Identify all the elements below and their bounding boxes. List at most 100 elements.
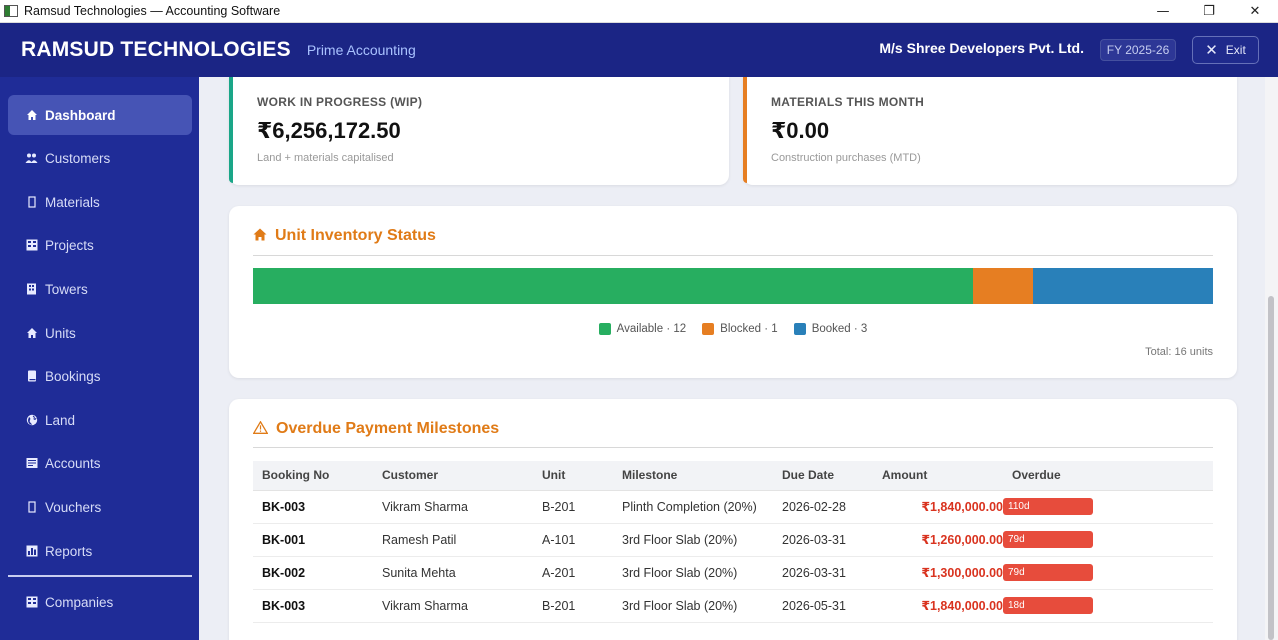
sidebar-item-materials[interactable]: Materials — [8, 182, 192, 222]
overdue-badge: 18d — [1003, 597, 1093, 614]
sidebar-item-label: Customers — [45, 150, 111, 166]
sidebar-item-label: Bookings — [45, 368, 101, 384]
home-icon — [253, 227, 267, 245]
sidebar-item-reports[interactable]: Reports — [8, 531, 192, 571]
app-icon — [4, 5, 18, 17]
sidebar: Dashboard Customers Materials Projects T… — [0, 77, 199, 640]
card-accent-bar — [743, 77, 747, 183]
sidebar-item-companies[interactable]: Companies — [8, 582, 192, 622]
overdue-title: Overdue Payment Milestones — [252, 420, 499, 438]
blocked-segment — [973, 268, 1033, 304]
users-icon — [25, 152, 38, 165]
table-row[interactable]: BK-003 Vikram Sharma B-201 Plinth Comple… — [253, 490, 1213, 524]
overdue-panel: Overdue Payment Milestones Booking No Cu… — [229, 399, 1237, 640]
warning-icon — [252, 420, 269, 438]
milestone-name: 3rd Floor Slab (20%) — [613, 589, 773, 623]
amount: ₹1,260,000.00 — [873, 523, 1003, 557]
sidebar-item-label: Companies — [45, 594, 114, 610]
col-booking-no: Booking No — [253, 461, 373, 491]
available-segment — [253, 268, 973, 304]
due-date: 2026-03-31 — [773, 523, 873, 557]
materials-card: MATERIALS THIS MONTH ₹0.00 Construction … — [743, 77, 1237, 185]
company-name: M/s Shree Developers Pvt. Ltd. — [879, 40, 1084, 56]
panel-divider — [253, 255, 1213, 256]
chart-icon — [25, 545, 38, 558]
sidebar-item-label: Accounts — [45, 455, 101, 471]
voucher-icon — [25, 501, 38, 514]
grid-icon — [25, 239, 38, 252]
sidebar-item-towers[interactable]: Towers — [8, 269, 192, 309]
booking-no: BK-002 — [253, 556, 373, 590]
unit-code: A-201 — [533, 556, 613, 590]
materials-value: ₹0.00 — [771, 118, 830, 143]
brand-subtitle: Prime Accounting — [306, 42, 416, 58]
building-icon — [25, 283, 38, 296]
booking-no: BK-001 — [253, 523, 373, 557]
main-scrollbar-thumb[interactable] — [1268, 296, 1274, 640]
grid-icon — [25, 596, 38, 609]
sidebar-item-land[interactable]: Land — [8, 400, 192, 440]
close-icon[interactable]: ✕ — [1232, 0, 1278, 23]
sidebar-item-label: Land — [45, 412, 76, 428]
customer-name: Ramesh Patil — [373, 523, 533, 557]
table-row[interactable]: BK-001 Ramesh Patil A-101 3rd Floor Slab… — [253, 523, 1213, 557]
sidebar-item-vouchers[interactable]: Vouchers — [8, 487, 192, 527]
inventory-legend: Available · 12 Blocked · 1 Booked · 3 — [229, 323, 1237, 335]
fy-badge[interactable]: FY 2025-26 — [1100, 39, 1176, 61]
col-amount: Amount — [873, 461, 1003, 491]
booking-no: BK-003 — [253, 490, 373, 524]
exit-button[interactable]: ✕ Exit — [1192, 36, 1259, 64]
milestone-name: 3rd Floor Slab (20%) — [613, 523, 773, 557]
sidebar-item-units[interactable]: Units — [8, 313, 192, 353]
sidebar-item-accounts[interactable]: Accounts — [8, 443, 192, 483]
window-controls: — ❐ ✕ — [1140, 0, 1278, 23]
inventory-title: Unit Inventory Status — [253, 227, 436, 245]
customer-name: Sunita Mehta — [373, 556, 533, 590]
sidebar-item-customers[interactable]: Customers — [8, 138, 192, 178]
unit-code: B-201 — [533, 589, 613, 623]
legend-label: Available · 12 — [616, 323, 687, 335]
wip-value: ₹6,256,172.50 — [257, 118, 401, 143]
booked-segment — [1033, 268, 1213, 304]
milestone-name: Plinth Completion (20%) — [613, 490, 773, 524]
panel-divider — [253, 447, 1213, 448]
brand-name: RAMSUD TECHNOLOGIES — [21, 38, 291, 61]
sidebar-item-label: Vouchers — [45, 499, 102, 515]
sidebar-item-label: Dashboard — [45, 107, 116, 123]
materials-label: MATERIALS THIS MONTH — [771, 95, 925, 109]
milestone-name: 3rd Floor Slab (20%) — [613, 556, 773, 590]
minimize-icon[interactable]: — — [1140, 0, 1186, 23]
table-row[interactable]: BK-002 Sunita Mehta A-201 3rd Floor Slab… — [253, 556, 1213, 590]
wip-card: WORK IN PROGRESS (WIP) ₹6,256,172.50 Lan… — [229, 77, 729, 185]
sidebar-divider — [8, 575, 192, 577]
legend-swatch — [702, 323, 715, 335]
unit-code: A-101 — [533, 523, 613, 557]
legend-label: Blocked · 1 — [720, 323, 778, 335]
col-customer: Customer — [373, 461, 533, 491]
booking-no: BK-003 — [253, 589, 373, 623]
sidebar-item-dashboard[interactable]: Dashboard — [8, 95, 192, 135]
app-header: RAMSUD TECHNOLOGIES Prime Accounting M/s… — [0, 23, 1278, 77]
inventory-title-text: Unit Inventory Status — [275, 227, 436, 244]
legend-available: Available · 12 — [598, 323, 687, 335]
due-date: 2026-05-31 — [773, 589, 873, 623]
table-row[interactable]: BK-003 Vikram Sharma B-201 3rd Floor Sla… — [253, 589, 1213, 623]
sidebar-item-bookings[interactable]: Bookings — [8, 356, 192, 396]
sidebar-item-label: Reports — [45, 543, 93, 559]
legend-label: Booked · 3 — [811, 323, 868, 335]
ledger-icon — [25, 457, 38, 470]
inventory-total: Total: 16 units — [1145, 346, 1213, 358]
card-accent-bar — [229, 77, 233, 183]
legend-swatch — [598, 323, 611, 335]
globe-icon — [25, 414, 38, 427]
legend-swatch — [793, 323, 806, 335]
box-icon — [25, 196, 38, 209]
wip-subtext: Land + materials capitalised — [257, 152, 394, 164]
unit-code: B-201 — [533, 490, 613, 524]
window-title: Ramsud Technologies — Accounting Softwar… — [24, 4, 281, 18]
maximize-icon[interactable]: ❐ — [1186, 0, 1232, 23]
sidebar-item-projects[interactable]: Projects — [8, 225, 192, 265]
customer-name: Vikram Sharma — [373, 490, 533, 524]
col-unit: Unit — [533, 461, 613, 491]
book-icon — [25, 370, 38, 383]
